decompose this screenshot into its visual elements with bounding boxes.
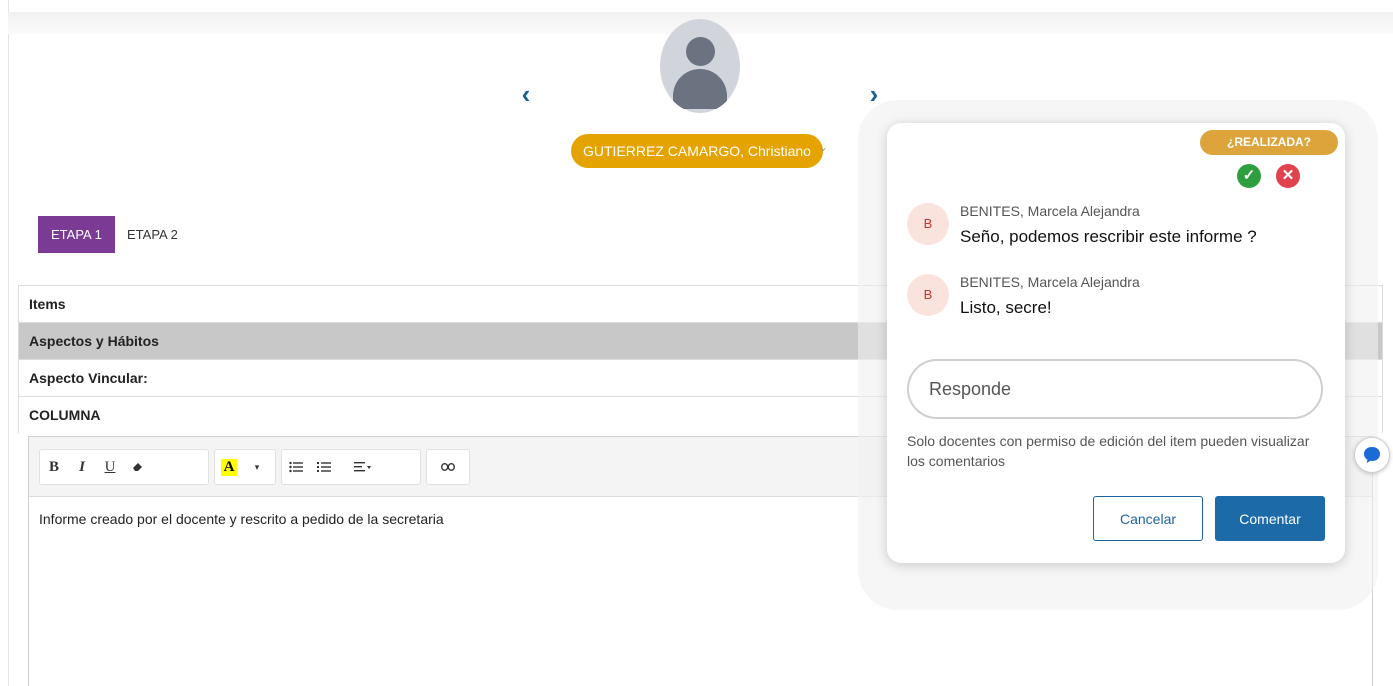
tab-etapa-2[interactable]: ETAPA 2 — [114, 216, 191, 253]
comments-popover: ¿REALIZADA? ✓ ✕ B BENITES, Marcela Aleja… — [887, 123, 1345, 563]
bullet-list-button[interactable] — [282, 450, 310, 484]
italic-button[interactable]: I — [68, 450, 96, 484]
comment-text: Listo, secre! — [960, 298, 1052, 317]
comment-avatar: B — [907, 203, 949, 245]
clear-format-button[interactable] — [124, 450, 152, 484]
avatar-body — [673, 69, 727, 109]
comment-author: BENITES, Marcela Alejandra — [960, 203, 1140, 219]
student-name-badge[interactable]: GUTIERREZ CAMARGO, Christiano — [571, 134, 823, 168]
highlight-button[interactable]: A — [215, 450, 243, 484]
align-dropdown-button[interactable] — [338, 450, 388, 484]
close-icon[interactable]: ✕ — [1276, 164, 1300, 188]
link-group — [426, 449, 470, 485]
numbered-list-button[interactable] — [310, 450, 338, 484]
page-left-border — [8, 0, 9, 686]
bullet-list-icon — [289, 461, 303, 473]
cancel-button[interactable]: Cancelar — [1093, 496, 1203, 541]
bold-button[interactable]: B — [40, 450, 68, 484]
insert-link-button[interactable] — [427, 450, 469, 484]
chat-bubble-icon — [1364, 447, 1380, 463]
align-icon — [354, 462, 371, 472]
avatar-head — [686, 37, 715, 66]
highlight-dropdown-button[interactable]: ▾ — [243, 450, 271, 484]
highlight-icon: A — [220, 458, 238, 476]
student-avatar — [660, 19, 740, 113]
comment-author: BENITES, Marcela Alejandra — [960, 274, 1140, 290]
caret-down-icon: ▾ — [254, 461, 260, 472]
chevron-down-icon[interactable]: ⌄ — [818, 140, 828, 154]
chat-button[interactable] — [1354, 437, 1390, 473]
eraser-icon — [133, 463, 142, 471]
underline-button[interactable]: U — [96, 450, 124, 484]
previous-student-button[interactable]: ‹ — [516, 80, 536, 108]
check-icon[interactable]: ✓ — [1237, 164, 1261, 188]
realizada-button[interactable]: ¿REALIZADA? — [1200, 130, 1338, 155]
tab-etapa-1[interactable]: ETAPA 1 — [38, 216, 115, 253]
comment-avatar: B — [907, 274, 949, 316]
list-group — [281, 449, 421, 485]
permission-note: Solo docentes con permiso de edición del… — [907, 433, 1310, 469]
comment-text: Seño, podemos rescribir este informe ? — [960, 227, 1257, 246]
highlight-group: A ▾ — [214, 449, 276, 485]
reply-input[interactable] — [907, 359, 1323, 419]
comment-button[interactable]: Comentar — [1215, 496, 1325, 541]
numbered-list-icon — [317, 462, 331, 472]
link-icon — [441, 463, 455, 471]
format-group: B I U — [39, 449, 209, 485]
